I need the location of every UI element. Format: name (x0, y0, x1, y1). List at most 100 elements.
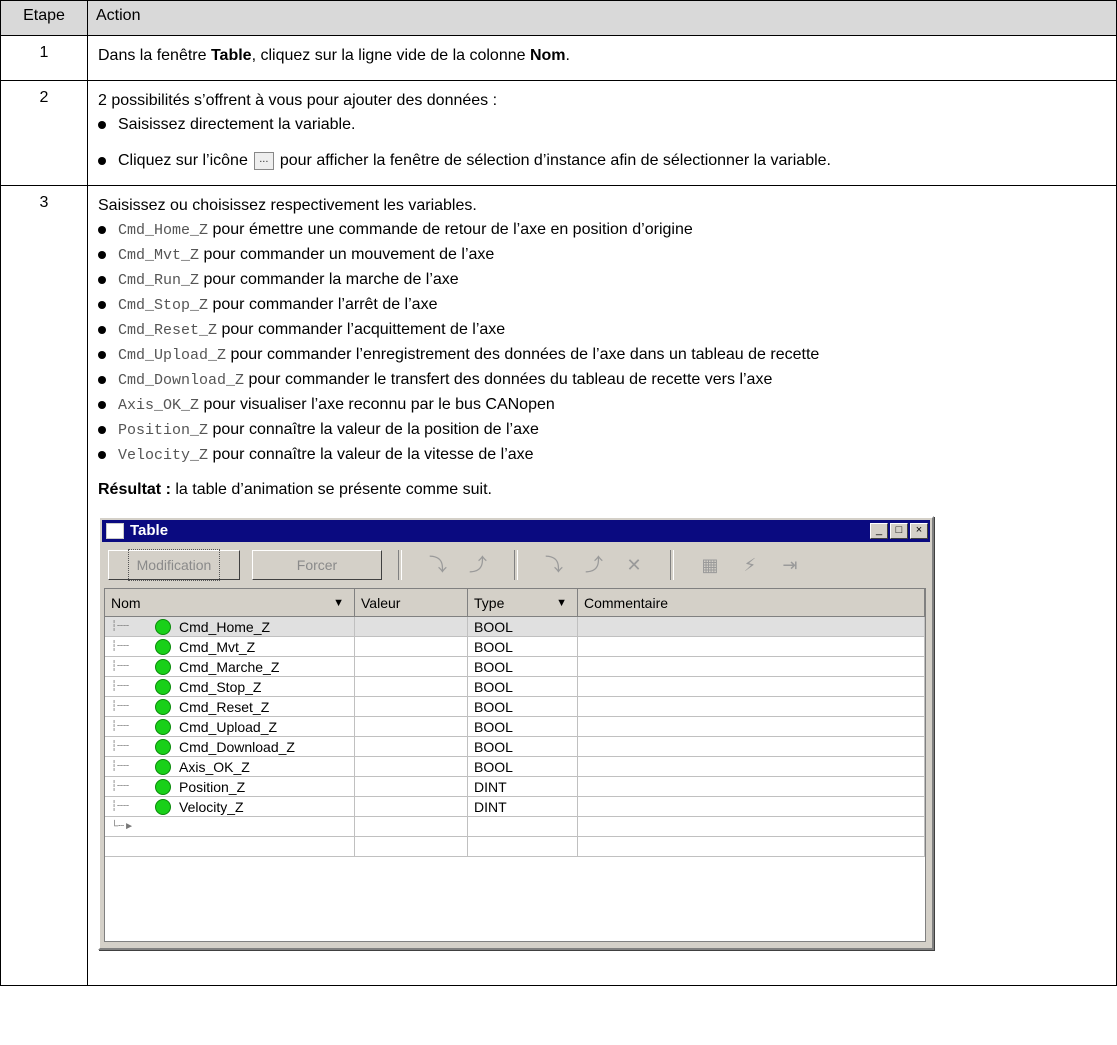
lightning-icon[interactable]: ⚡ (738, 553, 762, 577)
cell-valeur[interactable] (355, 717, 468, 736)
grid-icon[interactable]: ▦ (698, 553, 722, 577)
variable-code: Position_Z (118, 422, 209, 439)
cell-commentaire[interactable] (578, 777, 925, 796)
cell-valeur[interactable] (355, 697, 468, 716)
bullet-item: Saisissez directement la variable. (98, 113, 1106, 137)
status-led-icon (155, 718, 171, 735)
cell-type[interactable]: BOOL (468, 637, 578, 656)
cell-commentaire[interactable] (578, 717, 925, 736)
close-icon[interactable]: × (910, 523, 928, 539)
cell-valeur[interactable] (355, 757, 468, 776)
cell-type[interactable]: BOOL (468, 617, 578, 636)
cell-nom[interactable]: ┆┄┄ Cmd_Upload_Z (105, 717, 355, 736)
cell-nom[interactable]: ┆┄┄ Axis_OK_Z (105, 757, 355, 776)
cell-nom[interactable]: ┆┄┄ Cmd_Download_Z (105, 737, 355, 756)
window-toolbar: Modification Forcer ⤵ ⤴ ⤵ ⤴ ✕ ▦ ⚡ ⇥ (104, 546, 928, 584)
variable-desc: pour commander un mouvement de l’axe (203, 246, 495, 263)
unforce-icon[interactable]: ✕ (622, 553, 646, 577)
table-row[interactable]: ┆┄┄ Velocity_Z DINT (105, 797, 925, 817)
cell-nom[interactable]: ┆┄┄ Cmd_Reset_Z (105, 697, 355, 716)
table-window: Table _ □ × Modification Forcer ⤵ ⤴ ⤵ ⤴ (98, 516, 934, 950)
cell-valeur[interactable] (355, 617, 468, 636)
cell-type[interactable]: BOOL (468, 757, 578, 776)
cell-nom[interactable]: ┆┄┄ Cmd_Marche_Z (105, 657, 355, 676)
dropdown-icon[interactable]: ▼ (556, 591, 567, 615)
bullet-item: Cliquez sur l’icône... pour afficher la f… (98, 149, 1106, 173)
cell-type[interactable]: DINT (468, 777, 578, 796)
forcer-button[interactable]: Forcer (252, 550, 382, 580)
variable-item: Cmd_Reset_Z pour commander l’acquittemen… (98, 318, 1106, 343)
variable-code: Cmd_Download_Z (118, 372, 245, 389)
step-intro: Saisissez ou choisissez respectivement l… (98, 197, 477, 214)
cell-valeur[interactable] (355, 817, 468, 836)
minimize-icon[interactable]: _ (870, 523, 888, 539)
cell-commentaire[interactable] (578, 637, 925, 656)
cell-type[interactable]: BOOL (468, 717, 578, 736)
cell-type[interactable] (468, 837, 578, 856)
cell-valeur[interactable] (355, 797, 468, 816)
bullet-icon (98, 226, 106, 234)
status-led-icon (155, 658, 171, 675)
exit-icon[interactable]: ⇥ (778, 553, 802, 577)
cell-valeur[interactable] (355, 657, 468, 676)
cell-commentaire[interactable] (578, 817, 925, 836)
variable-desc: pour commander la marche de l’axe (203, 271, 459, 288)
col-commentaire[interactable]: Commentaire (578, 589, 925, 617)
cell-commentaire[interactable] (578, 697, 925, 716)
maximize-icon[interactable]: □ (890, 523, 908, 539)
bullet-icon (98, 376, 106, 384)
cell-valeur[interactable] (355, 837, 468, 856)
step-number: 2 (0, 80, 88, 186)
variable-desc: pour émettre une commande de retour de l… (212, 221, 693, 238)
table-header-row: Etape Action (0, 0, 1117, 36)
cell-nom[interactable] (105, 837, 355, 856)
col-type[interactable]: Type ▼ (468, 589, 578, 617)
cell-nom[interactable]: ┆┄┄ Velocity_Z (105, 797, 355, 816)
bullet-icon (98, 301, 106, 309)
cell-commentaire[interactable] (578, 657, 925, 676)
step-row-3: 3 Saisissez ou choisissez respectivement… (0, 185, 1117, 986)
variable-code: Cmd_Reset_Z (118, 322, 218, 339)
cell-commentaire[interactable] (578, 677, 925, 696)
cell-valeur[interactable] (355, 777, 468, 796)
result-line: Résultat : la table d’animation se prése… (98, 481, 492, 498)
cell-commentaire[interactable] (578, 737, 925, 756)
cell-nom[interactable]: ┆┄┄ Cmd_Home_Z (105, 617, 355, 636)
cell-type[interactable]: BOOL (468, 657, 578, 676)
variable-desc: pour connaître la valeur de la position … (212, 421, 539, 438)
cell-type[interactable] (468, 817, 578, 836)
cell-nom[interactable]: ┆┄┄ Cmd_Stop_Z (105, 677, 355, 696)
cell-commentaire[interactable] (578, 797, 925, 816)
window-icon (106, 523, 124, 539)
cell-commentaire[interactable] (578, 757, 925, 776)
cell-nom[interactable]: ┆┄┄ Cmd_Mvt_Z (105, 637, 355, 656)
cell-valeur[interactable] (355, 677, 468, 696)
cell-commentaire[interactable] (578, 617, 925, 636)
status-led-icon (155, 638, 171, 655)
bullet-icon (98, 451, 106, 459)
modification-button[interactable]: Modification (108, 549, 240, 581)
cell-type[interactable]: BOOL (468, 677, 578, 696)
empty-row[interactable] (105, 837, 925, 857)
dropdown-icon[interactable]: ▼ (333, 591, 344, 615)
cell-nom[interactable]: └┄► (105, 817, 355, 836)
cell-nom[interactable]: ┆┄┄ Position_Z (105, 777, 355, 796)
col-valeur[interactable]: Valeur (355, 589, 468, 617)
col-nom[interactable]: Nom ▼ (105, 589, 355, 617)
set-falling-icon[interactable]: ⤴ (466, 553, 490, 577)
cell-type[interactable]: BOOL (468, 737, 578, 756)
variable-desc: pour commander l’arrêt de l’axe (212, 296, 438, 313)
cell-type[interactable]: DINT (468, 797, 578, 816)
cell-type[interactable]: BOOL (468, 697, 578, 716)
header-action: Action (87, 0, 1117, 36)
variable-desc: pour commander le transfert des données … (248, 371, 773, 388)
bullet-icon (98, 401, 106, 409)
cell-valeur[interactable] (355, 737, 468, 756)
force-falling-icon[interactable]: ⤴ (582, 553, 606, 577)
variable-desc: pour commander l’acquittement de l’axe (221, 321, 506, 338)
empty-row[interactable]: └┄► (105, 817, 925, 837)
cell-commentaire[interactable] (578, 837, 925, 856)
set-rising-icon[interactable]: ⤵ (426, 553, 450, 577)
force-rising-icon[interactable]: ⤵ (542, 553, 566, 577)
cell-valeur[interactable] (355, 637, 468, 656)
